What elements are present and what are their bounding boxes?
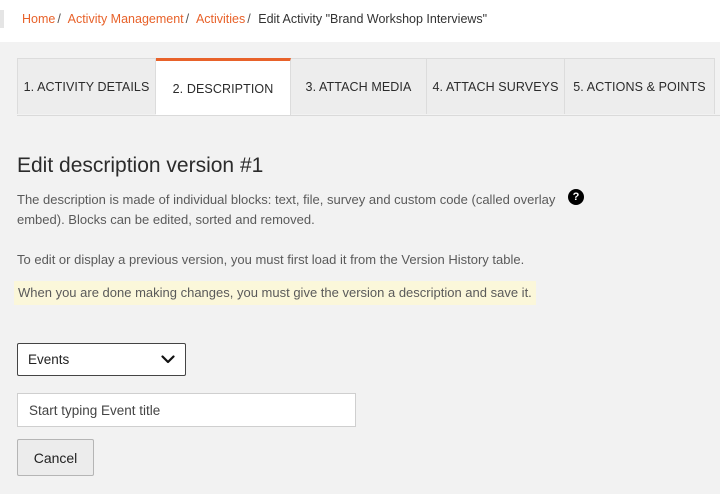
cancel-button[interactable]: Cancel xyxy=(17,439,94,476)
breadcrumb-activity-management-link[interactable]: Activity Management xyxy=(68,12,184,26)
block-type-select-value: Events xyxy=(28,352,70,367)
breadcrumb-current: Edit Activity "Brand Workshop Interviews… xyxy=(258,12,488,26)
page-title: Edit description version #1 xyxy=(17,154,264,177)
breadcrumb: Home / Activity Management / Activities / E… xyxy=(22,12,487,26)
tab-attach-surveys[interactable]: 4. ATTACH SURVEYS xyxy=(427,58,565,114)
chevron-down-icon xyxy=(161,355,175,364)
description-text: The description is made of individual bl… xyxy=(17,192,556,227)
breadcrumb-separator: / xyxy=(185,12,190,26)
top-bar: Home / Activity Management / Activities / E… xyxy=(0,0,720,42)
breadcrumb-separator: / xyxy=(247,12,251,26)
breadcrumb-home-link[interactable]: Home xyxy=(22,12,55,26)
save-instruction-note: When you are done making changes, you mu… xyxy=(14,281,536,305)
help-icon[interactable]: ? xyxy=(568,189,584,205)
tab-description[interactable]: 2. DESCRIPTION xyxy=(156,58,291,115)
block-type-select[interactable]: Events xyxy=(17,343,186,376)
tab-activity-details[interactable]: 1. ACTIVITY DETAILS xyxy=(17,58,156,114)
version-history-note: To edit or display a previous version, y… xyxy=(17,252,525,267)
wizard-tabs: 1. ACTIVITY DETAILS 2. DESCRIPTION 3. AT… xyxy=(17,58,720,116)
breadcrumb-separator: / xyxy=(57,12,61,26)
tab-attach-media[interactable]: 3. ATTACH MEDIA xyxy=(291,58,427,114)
breadcrumb-activities-link[interactable]: Activities xyxy=(196,12,245,26)
left-edge-marker xyxy=(0,10,4,28)
tab-actions-points[interactable]: 5. ACTIONS & POINTS xyxy=(565,58,715,114)
event-search-input[interactable] xyxy=(17,393,356,427)
